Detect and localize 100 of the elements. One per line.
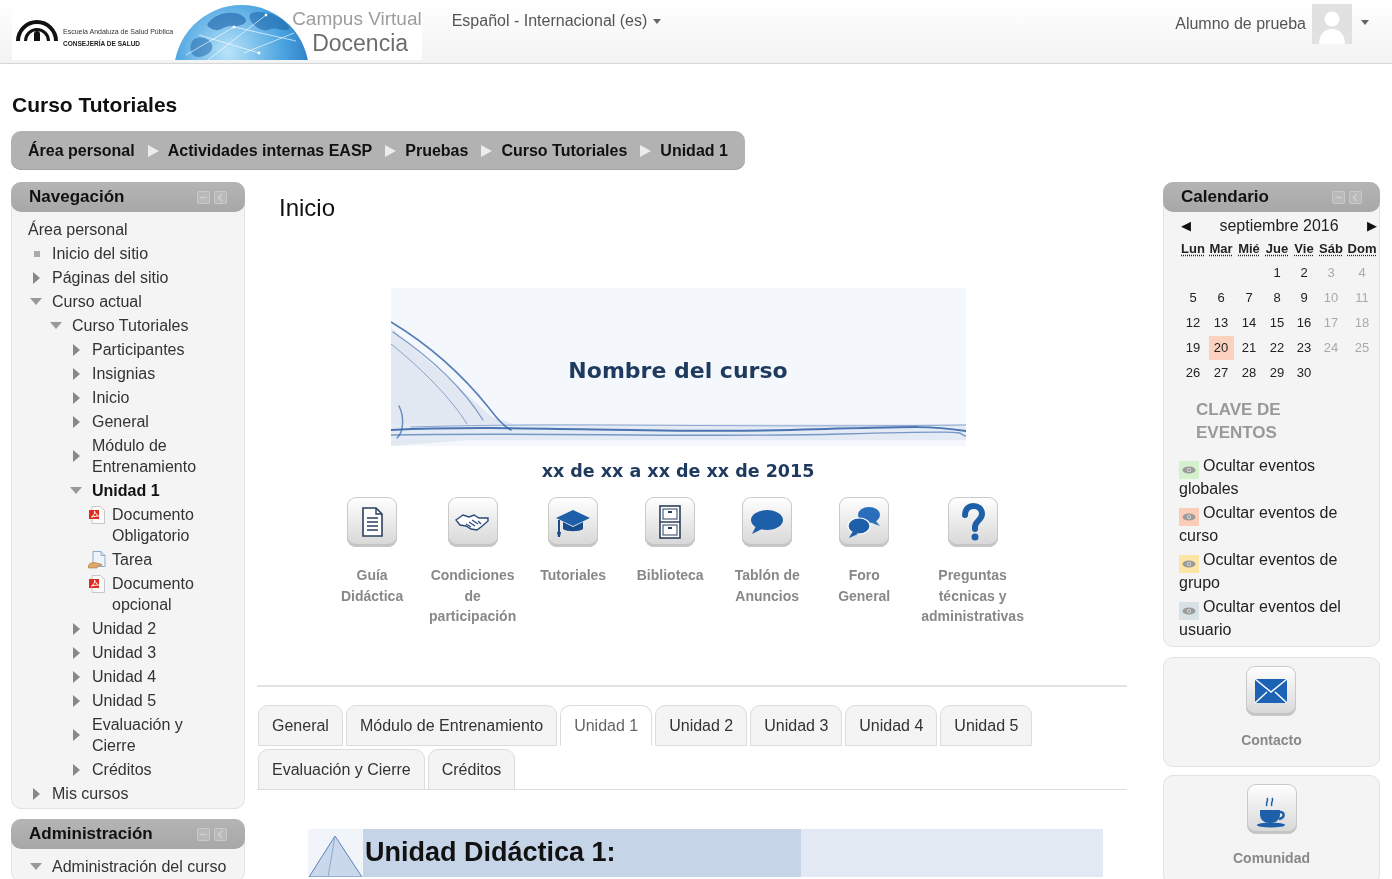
caret-icon bbox=[653, 18, 662, 24]
dock-icon[interactable] bbox=[214, 827, 227, 841]
calendar-day: 12 bbox=[1180, 310, 1206, 335]
tab[interactable]: Unidad 5 bbox=[940, 704, 1033, 746]
tab[interactable]: Unidad 3 bbox=[750, 704, 843, 746]
legend-link[interactable]: Ocultar eventos globales bbox=[1179, 456, 1365, 499]
tree-item[interactable]: Unidad 4 bbox=[68, 665, 229, 689]
minimize-icon[interactable] bbox=[197, 190, 210, 204]
tab[interactable]: Unidad 1 bbox=[560, 704, 653, 746]
calendar-day: 2 bbox=[1291, 260, 1317, 285]
resource-link[interactable]: Foro General bbox=[824, 497, 905, 606]
tab[interactable]: Evaluación y Cierre bbox=[258, 748, 425, 790]
block-title: Calendario bbox=[1181, 187, 1270, 207]
dock-icon[interactable] bbox=[214, 190, 227, 204]
tree-item[interactable]: Inicio bbox=[68, 386, 229, 410]
block-title: Administración bbox=[29, 824, 154, 844]
minimize-icon[interactable] bbox=[197, 827, 210, 841]
calendar-day: 15 bbox=[1264, 310, 1290, 335]
tree-item[interactable]: Unidad 1 bbox=[68, 479, 229, 503]
calendar-day: 24 bbox=[1318, 335, 1344, 360]
weekday-label: Jue bbox=[1265, 240, 1289, 256]
graduation-cap-icon bbox=[548, 497, 599, 547]
resource-link[interactable]: Guía Didáctica bbox=[332, 497, 413, 606]
tree-item[interactable]: Unidad 3 bbox=[68, 641, 229, 665]
tree-item[interactable]: Curso Tutoriales bbox=[48, 314, 229, 338]
separator-icon bbox=[385, 144, 397, 157]
tree-item[interactable]: Tarea bbox=[88, 548, 229, 572]
next-month-link[interactable]: ▶ bbox=[1367, 216, 1377, 236]
tab[interactable]: Unidad 4 bbox=[845, 704, 938, 746]
tree-item[interactable]: Unidad 5 bbox=[68, 689, 229, 713]
calendar-day: 16 bbox=[1291, 310, 1317, 335]
tab[interactable]: Unidad 2 bbox=[655, 704, 748, 746]
calendar-day: 7 bbox=[1236, 285, 1262, 310]
tree-item[interactable]: Mis cursos bbox=[28, 782, 229, 806]
breadcrumb-link[interactable]: Curso Tutoriales bbox=[501, 140, 628, 161]
user-menu[interactable]: Alumno de prueba bbox=[1175, 4, 1369, 44]
calendar-day: 22 bbox=[1264, 335, 1290, 360]
calendar-day: 23 bbox=[1291, 335, 1317, 360]
handshake-icon bbox=[447, 497, 498, 547]
calendar-day: 27 bbox=[1208, 360, 1234, 385]
month-title: septiembre 2016 bbox=[1218, 216, 1340, 236]
tree-item[interactable]: Curso actual bbox=[28, 290, 229, 314]
separator-icon bbox=[640, 144, 652, 157]
calendar-day: 21 bbox=[1236, 335, 1262, 360]
tree-item[interactable]: Documento opcional bbox=[88, 572, 229, 617]
pdf-file-icon bbox=[89, 506, 105, 524]
tree-item[interactable]: Inicio del sitio bbox=[28, 242, 229, 266]
previous-month-link[interactable]: ◀ bbox=[1181, 216, 1191, 236]
weekday-label: Vie bbox=[1294, 240, 1314, 256]
breadcrumb-link[interactable]: Unidad 1 bbox=[660, 140, 728, 161]
legend-link[interactable]: Ocultar eventos del usuario bbox=[1179, 597, 1365, 640]
tree-item[interactable]: Páginas del sitio bbox=[28, 266, 229, 290]
unit-title: Unidad Didáctica 1: bbox=[363, 828, 801, 877]
weekday-label: Lun bbox=[1181, 240, 1205, 256]
tree-item[interactable]: Unidad 2 bbox=[68, 617, 229, 641]
separator-icon bbox=[481, 144, 493, 157]
tab[interactable]: Módulo de Entrenamiento bbox=[345, 704, 558, 746]
breadcrumb-link[interactable]: Pruebas bbox=[405, 140, 469, 161]
legend-link[interactable]: Ocultar eventos de curso bbox=[1179, 503, 1365, 546]
weekday-label: Sáb bbox=[1319, 240, 1343, 256]
legend-link[interactable]: Ocultar eventos de grupo bbox=[1179, 550, 1365, 593]
breadcrumb-link[interactable]: Actividades internas EASP bbox=[167, 140, 373, 161]
calendar-day: 13 bbox=[1208, 310, 1234, 335]
resource-link[interactable]: Biblioteca bbox=[630, 497, 711, 586]
block-title: Navegación bbox=[29, 187, 126, 207]
resource-link[interactable]: Tutoriales bbox=[533, 497, 614, 586]
calendar-day: 20 bbox=[1208, 335, 1234, 360]
calendar-day: 29 bbox=[1264, 360, 1290, 385]
calendar-day: 30 bbox=[1291, 360, 1317, 385]
document-icon bbox=[347, 497, 398, 547]
tree-item[interactable]: Administración del curso bbox=[28, 855, 229, 879]
tab[interactable]: Créditos bbox=[427, 748, 516, 790]
calendar-day: 11 bbox=[1349, 285, 1375, 310]
calendar-day: 17 bbox=[1318, 310, 1344, 335]
tree-item[interactable]: Evaluación y Cierre bbox=[68, 713, 229, 758]
tree-item[interactable]: General bbox=[68, 410, 229, 434]
resource-link[interactable]: Tablón de Anuncios bbox=[727, 497, 808, 606]
calendar-day: 3 bbox=[1318, 260, 1344, 285]
tree-item[interactable]: Documento Obligatorio bbox=[88, 503, 229, 548]
tree-item[interactable]: Insignias bbox=[68, 362, 229, 386]
banner-title: Nombre del curso bbox=[568, 357, 788, 385]
envelope-icon bbox=[1246, 666, 1297, 716]
calendar-day: 26 bbox=[1180, 360, 1206, 385]
language-menu[interactable]: Español - Internacional (es) bbox=[451, 11, 662, 31]
tree-item[interactable]: Área personal bbox=[28, 218, 229, 242]
page-title: Curso Tutoriales bbox=[12, 92, 179, 118]
breadcrumb-link[interactable]: Área personal bbox=[28, 140, 135, 161]
calendar-day: 25 bbox=[1349, 335, 1375, 360]
tab[interactable]: General bbox=[258, 704, 343, 746]
minimize-icon[interactable] bbox=[1332, 190, 1345, 204]
dock-icon[interactable] bbox=[1349, 190, 1362, 204]
calendar-day: 14 bbox=[1236, 310, 1262, 335]
weekday-label: Mar bbox=[1209, 240, 1233, 256]
calendar-day: 10 bbox=[1318, 285, 1344, 310]
tree-item[interactable]: Créditos bbox=[68, 758, 229, 782]
square-bullet-icon bbox=[34, 250, 40, 257]
resource-link[interactable]: Condiciones de participación bbox=[429, 497, 517, 627]
resource-link[interactable]: Preguntas técnicas y administrativas bbox=[921, 497, 1024, 627]
tree-item[interactable]: Participantes bbox=[68, 338, 229, 362]
tree-item[interactable]: Módulo de Entrenamiento bbox=[68, 434, 229, 479]
